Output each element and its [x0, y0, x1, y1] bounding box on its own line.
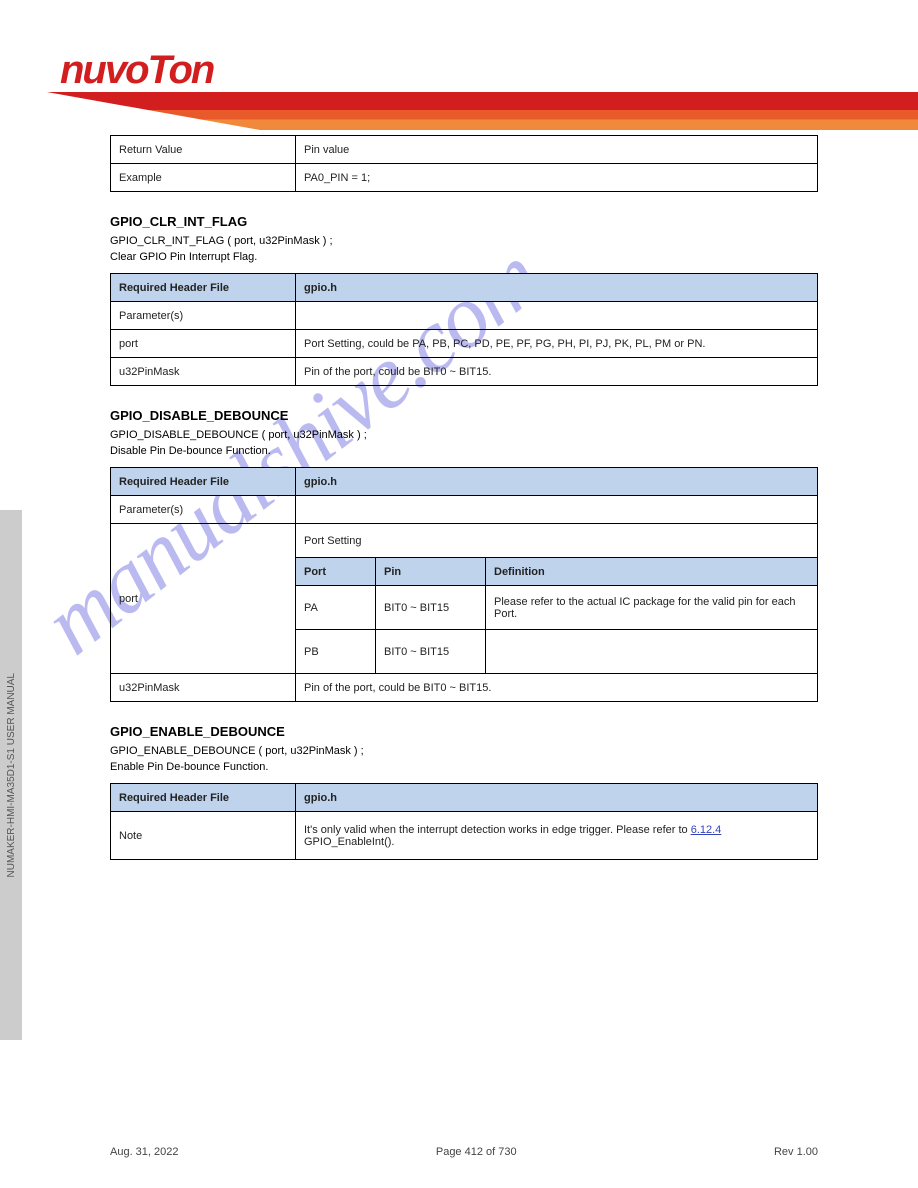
table-enable-debounce: Required Header File gpio.h Note It's on…	[110, 783, 818, 860]
cell-header: Pin	[376, 558, 486, 586]
cell-header: gpio.h	[296, 274, 818, 302]
cell-value	[296, 302, 818, 330]
table-row: Required Header File gpio.h	[111, 468, 818, 496]
table-row: u32PinMask Pin of the port, could be BIT…	[111, 674, 818, 702]
cell-header: Definition	[486, 558, 818, 586]
cell-header: Required Header File	[111, 274, 296, 302]
section-description: Clear GPIO Pin Interrupt Flag.	[110, 251, 818, 263]
note-link[interactable]: 6.12.4	[691, 824, 722, 836]
table-row: Parameter(s)	[111, 302, 818, 330]
table-row: Parameter(s)	[111, 496, 818, 524]
side-tab-text: NUMAKER-HMI-MA35D1-S1 USER MANUAL	[6, 673, 17, 877]
cell-value: Please refer to the actual IC package fo…	[486, 586, 818, 630]
cell-header: Required Header File	[111, 468, 296, 496]
table-clr-int-flag: Required Header File gpio.h Parameter(s)…	[110, 273, 818, 386]
cell-value: Port Setting	[296, 524, 818, 558]
cell-value	[296, 496, 818, 524]
cell-header: gpio.h	[296, 468, 818, 496]
cell-label: u32PinMask	[111, 674, 296, 702]
cell-label: Parameter(s)	[111, 496, 296, 524]
cell-header: Required Header File	[111, 784, 296, 812]
table-disable-debounce: Required Header File gpio.h Parameter(s)…	[110, 467, 818, 702]
section-signature: GPIO_ENABLE_DEBOUNCE ( port, u32PinMask …	[110, 745, 818, 757]
page-header: nuvoTon	[0, 0, 918, 130]
cell-label: Return Value	[111, 136, 296, 164]
footer-date: Aug. 31, 2022	[110, 1146, 179, 1158]
nuvoton-logo: nuvoTon	[60, 48, 213, 93]
table-row: port Port Setting	[111, 524, 818, 558]
cell-header: Port	[296, 558, 376, 586]
table-row: Required Header File gpio.h	[111, 784, 818, 812]
section-description: Enable Pin De-bounce Function.	[110, 761, 818, 773]
cell-value: Port Setting, could be PA, PB, PC, PD, P…	[296, 330, 818, 358]
cell-value: PA0_PIN = 1;	[296, 164, 818, 192]
footer-page: Page 412 of 730	[436, 1146, 517, 1158]
cell-value	[486, 630, 818, 674]
page-footer: Aug. 31, 2022 Page 412 of 730 Rev 1.00	[0, 1146, 918, 1158]
cell-value: PB	[296, 630, 376, 674]
section-description: Disable Pin De-bounce Function.	[110, 445, 818, 457]
page-content: Return Value Pin value Example PA0_PIN =…	[110, 135, 818, 1128]
footer-rev: Rev 1.00	[774, 1146, 818, 1158]
table-row: Return Value Pin value	[111, 136, 818, 164]
cell-value: PA	[296, 586, 376, 630]
table-row: port Port Setting, could be PA, PB, PC, …	[111, 330, 818, 358]
cell-label: port	[111, 330, 296, 358]
note-suffix: GPIO_EnableInt().	[304, 836, 395, 848]
table-row: u32PinMask Pin of the port, could be BIT…	[111, 358, 818, 386]
cell-value: Pin of the port, could be BIT0 ~ BIT15.	[296, 674, 818, 702]
cell-value: BIT0 ~ BIT15	[376, 630, 486, 674]
table-return-example: Return Value Pin value Example PA0_PIN =…	[110, 135, 818, 192]
section-title: GPIO_DISABLE_DEBOUNCE	[110, 408, 818, 423]
cell-label: port	[111, 524, 296, 674]
cell-value: Pin of the port, could be BIT0 ~ BIT15.	[296, 358, 818, 386]
cell-label: Note	[111, 812, 296, 860]
table-row: Example PA0_PIN = 1;	[111, 164, 818, 192]
cell-label: Example	[111, 164, 296, 192]
cell-header: gpio.h	[296, 784, 818, 812]
cell-label: Parameter(s)	[111, 302, 296, 330]
cell-value: It's only valid when the interrupt detec…	[296, 812, 818, 860]
cell-value: Pin value	[296, 136, 818, 164]
table-row: Required Header File gpio.h	[111, 274, 818, 302]
section-signature: GPIO_CLR_INT_FLAG ( port, u32PinMask ) ;	[110, 235, 818, 247]
section-title: GPIO_CLR_INT_FLAG	[110, 214, 818, 229]
side-tab: NUMAKER-HMI-MA35D1-S1 USER MANUAL	[0, 510, 22, 1040]
cell-value: BIT0 ~ BIT15	[376, 586, 486, 630]
section-signature: GPIO_DISABLE_DEBOUNCE ( port, u32PinMask…	[110, 429, 818, 441]
table-row: Note It's only valid when the interrupt …	[111, 812, 818, 860]
section-title: GPIO_ENABLE_DEBOUNCE	[110, 724, 818, 739]
note-prefix: It's only valid when the interrupt detec…	[304, 824, 691, 836]
cell-label: u32PinMask	[111, 358, 296, 386]
